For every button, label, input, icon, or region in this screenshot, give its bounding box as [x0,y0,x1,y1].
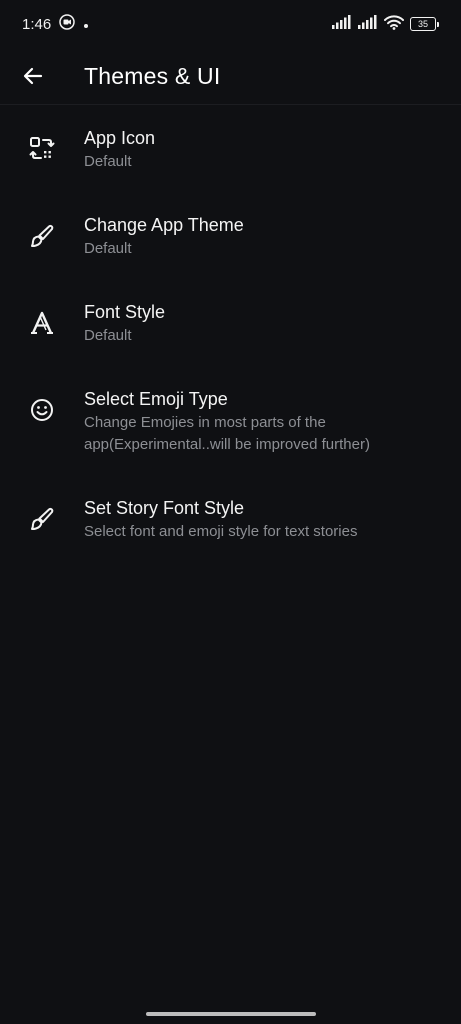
setting-subtitle: Default [84,240,132,257]
setting-item-select-emoji-type[interactable]: Select Emoji Type Change Emojies in most… [0,367,461,476]
app-icon-swap-icon [29,137,55,159]
screen-record-icon [59,14,75,34]
wifi-icon [384,14,404,34]
setting-subtitle: Change Emojies in most parts of the app(… [84,414,370,453]
battery-level: 35 [410,17,436,31]
setting-title: Select Emoji Type [84,389,228,409]
notification-dot-icon [83,16,89,33]
smiley-icon [31,399,53,421]
settings-list: App Icon Default Change App Theme Defaul… [0,106,461,563]
brush-icon [31,507,54,531]
signal-strength-2-icon [358,15,378,33]
setting-title: App Icon [84,128,156,148]
home-indicator[interactable] [145,1012,316,1016]
status-bar: 1:46 35 [0,0,461,48]
status-time: 1:46 [22,15,52,33]
setting-subtitle: Default [84,327,132,344]
setting-item-app-icon[interactable]: App Icon Default [0,106,461,193]
setting-subtitle: Default [84,153,132,170]
setting-item-change-app-theme[interactable]: Change App Theme Default [0,193,461,280]
signal-strength-icon [332,15,352,33]
battery-icon: 35 [410,17,439,31]
setting-title: Font Style [84,302,166,322]
back-button[interactable] [9,52,57,100]
app-bar: Themes & UI [0,48,461,105]
setting-title: Set Story Font Style [84,498,245,518]
setting-title: Change App Theme [84,215,244,235]
page-title: Themes & UI [84,62,221,89]
setting-item-font-style[interactable]: Font Style Default [0,280,461,367]
setting-item-set-story-font-style[interactable]: Set Story Font Style Select font and emo… [0,476,461,563]
arrow-left-icon [23,67,43,85]
brush-icon [31,224,54,248]
font-icon [31,311,53,334]
setting-subtitle: Select font and emoji style for text sto… [84,523,358,540]
